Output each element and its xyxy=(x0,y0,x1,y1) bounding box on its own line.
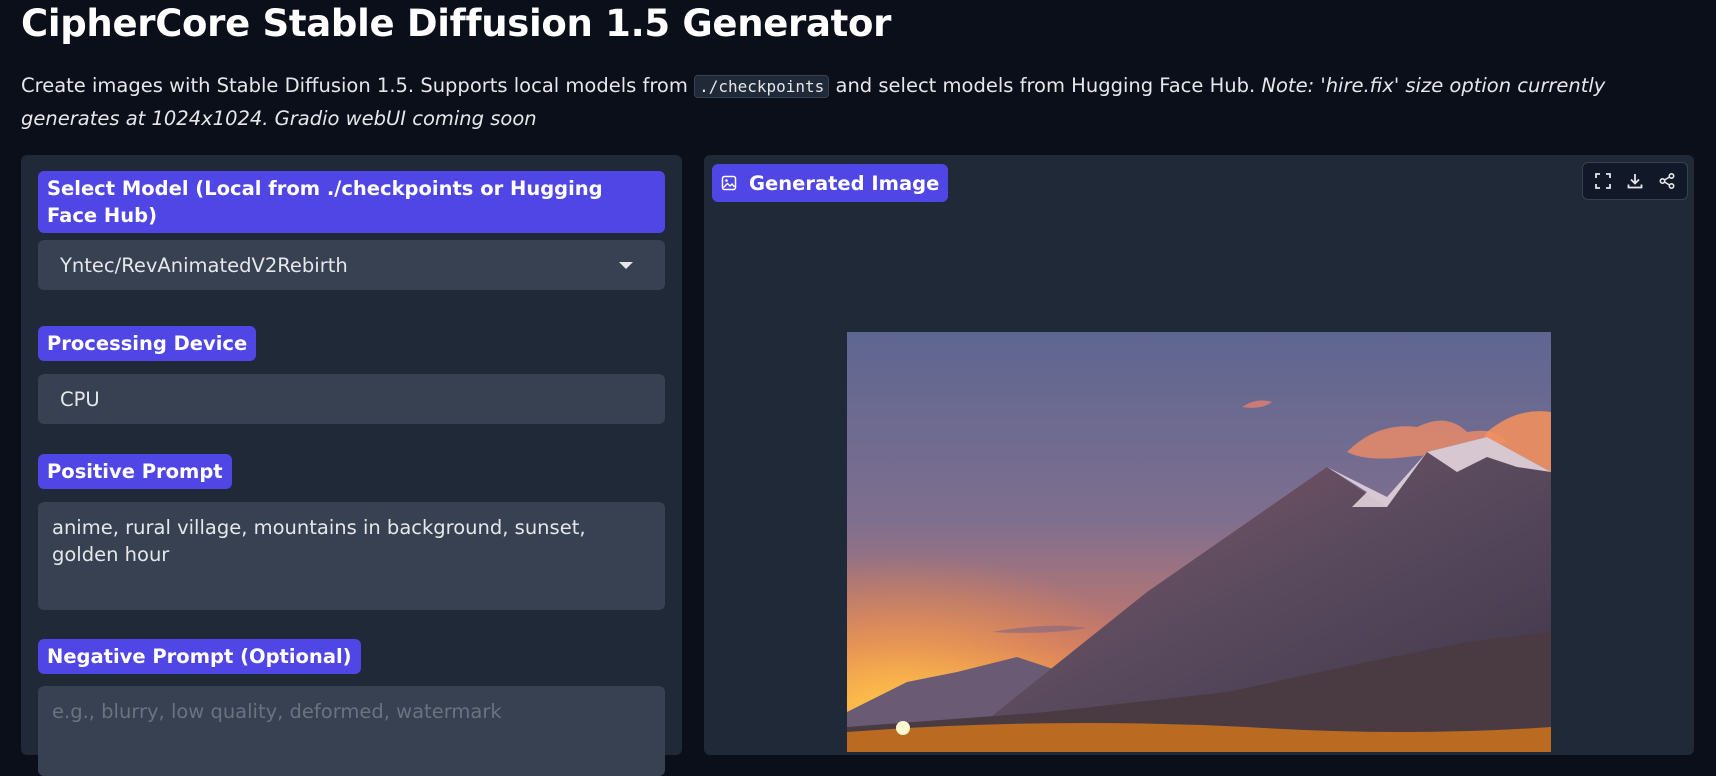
positive-prompt-label: Positive Prompt xyxy=(38,454,232,489)
share-button[interactable] xyxy=(1651,165,1683,197)
chevron-down-icon[interactable] xyxy=(619,261,633,269)
model-dropdown[interactable]: Yntec/RevAnimatedV2Rebirth xyxy=(38,240,665,290)
generated-image xyxy=(847,332,1551,752)
image-icon xyxy=(721,175,737,191)
fullscreen-button[interactable] xyxy=(1587,165,1619,197)
download-button[interactable] xyxy=(1619,165,1651,197)
model-select-label: Select Model (Local from ./checkpoints o… xyxy=(38,171,665,233)
positive-prompt-input[interactable]: anime, rural village, mountains in backg… xyxy=(38,502,665,610)
description-text: Create images with Stable Diffusion 1.5.… xyxy=(21,74,695,97)
generated-image-label: Generated Image xyxy=(712,164,949,202)
negative-prompt-input[interactable] xyxy=(38,686,665,776)
device-label: Processing Device xyxy=(38,326,257,361)
app-description: Create images with Stable Diffusion 1.5.… xyxy=(21,70,1701,135)
download-icon xyxy=(1627,174,1643,189)
image-toolbar xyxy=(1582,162,1688,200)
share-icon xyxy=(1659,172,1675,190)
device-value: CPU xyxy=(60,387,100,411)
description-text-mid: and select models from Hugging Face Hub. xyxy=(829,74,1262,97)
model-dropdown-value: Yntec/RevAnimatedV2Rebirth xyxy=(60,253,348,277)
settings-panel: Select Model (Local from ./checkpoints o… xyxy=(21,155,682,776)
app-title: CipherCore Stable Diffusion 1.5 Generato… xyxy=(21,2,892,45)
generated-image-label-text: Generated Image xyxy=(749,171,940,195)
checkpoints-path-code: ./checkpoints xyxy=(694,75,830,98)
output-panel: Generated Image xyxy=(704,155,1694,755)
fullscreen-icon xyxy=(1595,173,1611,189)
device-field[interactable]: CPU xyxy=(38,374,665,424)
negative-prompt-label: Negative Prompt (Optional) xyxy=(38,639,361,674)
